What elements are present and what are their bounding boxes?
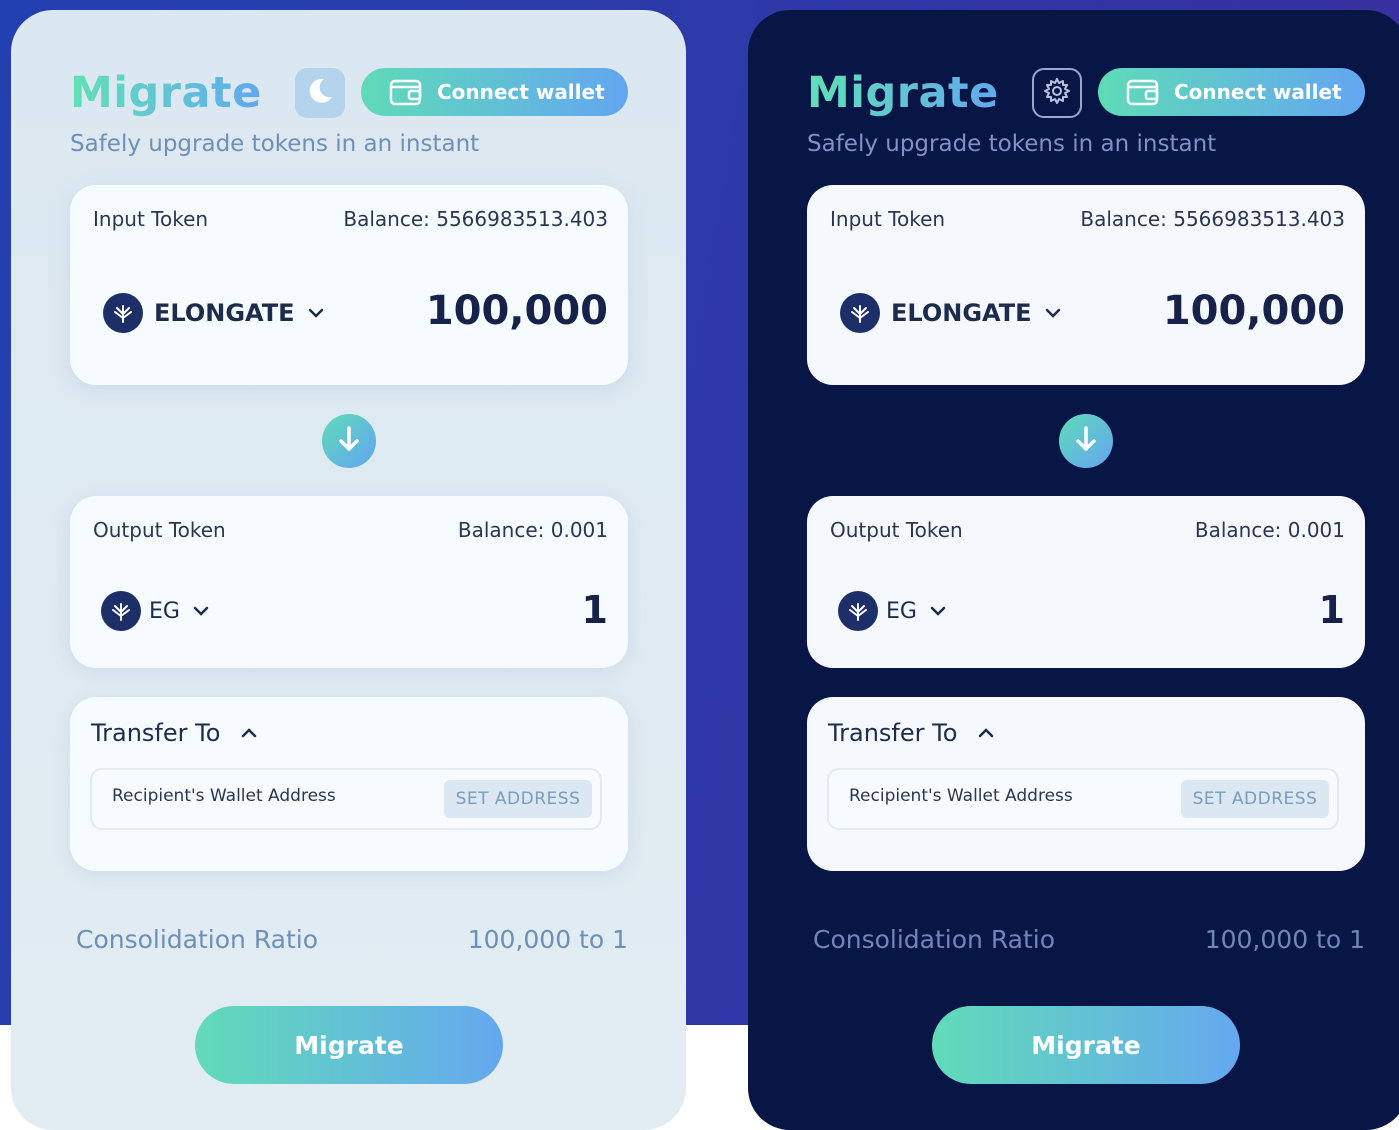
input-token-card: Input Token Balance: 5566983513.403 ELON… (807, 185, 1365, 385)
output-token-balance: Balance: 0.001 (457, 518, 608, 542)
output-token-name: EG (886, 598, 917, 624)
theme-toggle-button[interactable] (295, 68, 345, 118)
gear-icon (1042, 76, 1072, 110)
input-token-selector[interactable]: ELONGATE (840, 293, 1062, 333)
arrow-down-icon (336, 424, 362, 458)
arrow-down-icon (1073, 424, 1099, 458)
swap-direction-button[interactable] (322, 414, 376, 468)
migrate-button[interactable]: Migrate (195, 1006, 503, 1084)
recipient-address-field: SET ADDRESS (90, 768, 602, 830)
input-token-balance: Balance: 5566983513.403 (1080, 207, 1345, 231)
transfer-to-label: Transfer To (828, 719, 958, 747)
output-amount: 1 (581, 588, 608, 632)
chevron-down-icon (929, 605, 947, 617)
settings-button[interactable] (1032, 68, 1082, 118)
transfer-to-toggle[interactable]: Transfer To (828, 719, 995, 747)
chevron-down-icon (192, 605, 210, 617)
connect-wallet-label: Connect wallet (437, 80, 605, 104)
chevron-down-icon (307, 307, 325, 319)
token-logo-icon (103, 293, 143, 333)
set-address-button[interactable]: SET ADDRESS (1181, 780, 1329, 818)
output-token-name: EG (149, 598, 180, 624)
consolidation-ratio-label: Consolidation Ratio (76, 925, 319, 954)
input-token-card: Input Token Balance: 5566983513.403 ELON… (70, 185, 628, 385)
token-logo-icon (101, 591, 141, 631)
transfer-to-card: Transfer To SET ADDRESS (70, 697, 628, 871)
output-token-selector[interactable]: EG (838, 591, 947, 631)
page-title: Migrate (70, 68, 262, 118)
wallet-icon (1126, 77, 1160, 107)
output-token-card: Output Token Balance: 0.001 EG 1 (70, 496, 628, 668)
token-logo-icon (838, 591, 878, 631)
migrate-panel-dark: Migrate Safely upgrade tokens in an inst… (748, 10, 1399, 1130)
input-token-balance: Balance: 5566983513.403 (343, 207, 608, 231)
token-logo-icon (840, 293, 880, 333)
chevron-up-icon (977, 727, 995, 739)
input-amount[interactable]: 100,000 (426, 288, 608, 334)
input-token-label: Input Token (93, 207, 209, 231)
output-token-selector[interactable]: EG (101, 591, 210, 631)
moon-icon (305, 76, 335, 110)
page-subtitle: Safely upgrade tokens in an instant (807, 131, 1217, 157)
input-amount[interactable]: 100,000 (1163, 288, 1345, 334)
output-token-card: Output Token Balance: 0.001 EG 1 (807, 496, 1365, 668)
migrate-button[interactable]: Migrate (932, 1006, 1240, 1084)
wallet-icon (389, 77, 423, 107)
recipient-address-input[interactable] (847, 785, 1161, 807)
input-token-name: ELONGATE (154, 299, 295, 327)
connect-wallet-label: Connect wallet (1174, 80, 1342, 104)
output-token-label: Output Token (93, 518, 226, 542)
input-token-name: ELONGATE (891, 299, 1032, 327)
transfer-to-label: Transfer To (91, 719, 221, 747)
set-address-button[interactable]: SET ADDRESS (444, 780, 592, 818)
page-title: Migrate (807, 68, 999, 118)
input-token-selector[interactable]: ELONGATE (103, 293, 325, 333)
output-token-balance: Balance: 0.001 (1194, 518, 1345, 542)
consolidation-ratio-label: Consolidation Ratio (813, 925, 1056, 954)
output-amount: 1 (1318, 588, 1345, 632)
swap-direction-button[interactable] (1059, 414, 1113, 468)
page-subtitle: Safely upgrade tokens in an instant (70, 131, 480, 157)
transfer-to-card: Transfer To SET ADDRESS (807, 697, 1365, 871)
recipient-address-field: SET ADDRESS (827, 768, 1339, 830)
transfer-to-toggle[interactable]: Transfer To (91, 719, 258, 747)
chevron-up-icon (240, 727, 258, 739)
connect-wallet-button[interactable]: Connect wallet (1098, 68, 1365, 116)
consolidation-ratio-value: 100,000 to 1 (467, 925, 628, 954)
consolidation-ratio-value: 100,000 to 1 (1204, 925, 1365, 954)
output-token-label: Output Token (830, 518, 963, 542)
chevron-down-icon (1044, 307, 1062, 319)
connect-wallet-button[interactable]: Connect wallet (361, 68, 628, 116)
input-token-label: Input Token (830, 207, 946, 231)
migrate-panel-light: Migrate Safely upgrade tokens in an inst… (11, 10, 686, 1130)
recipient-address-input[interactable] (110, 785, 424, 807)
